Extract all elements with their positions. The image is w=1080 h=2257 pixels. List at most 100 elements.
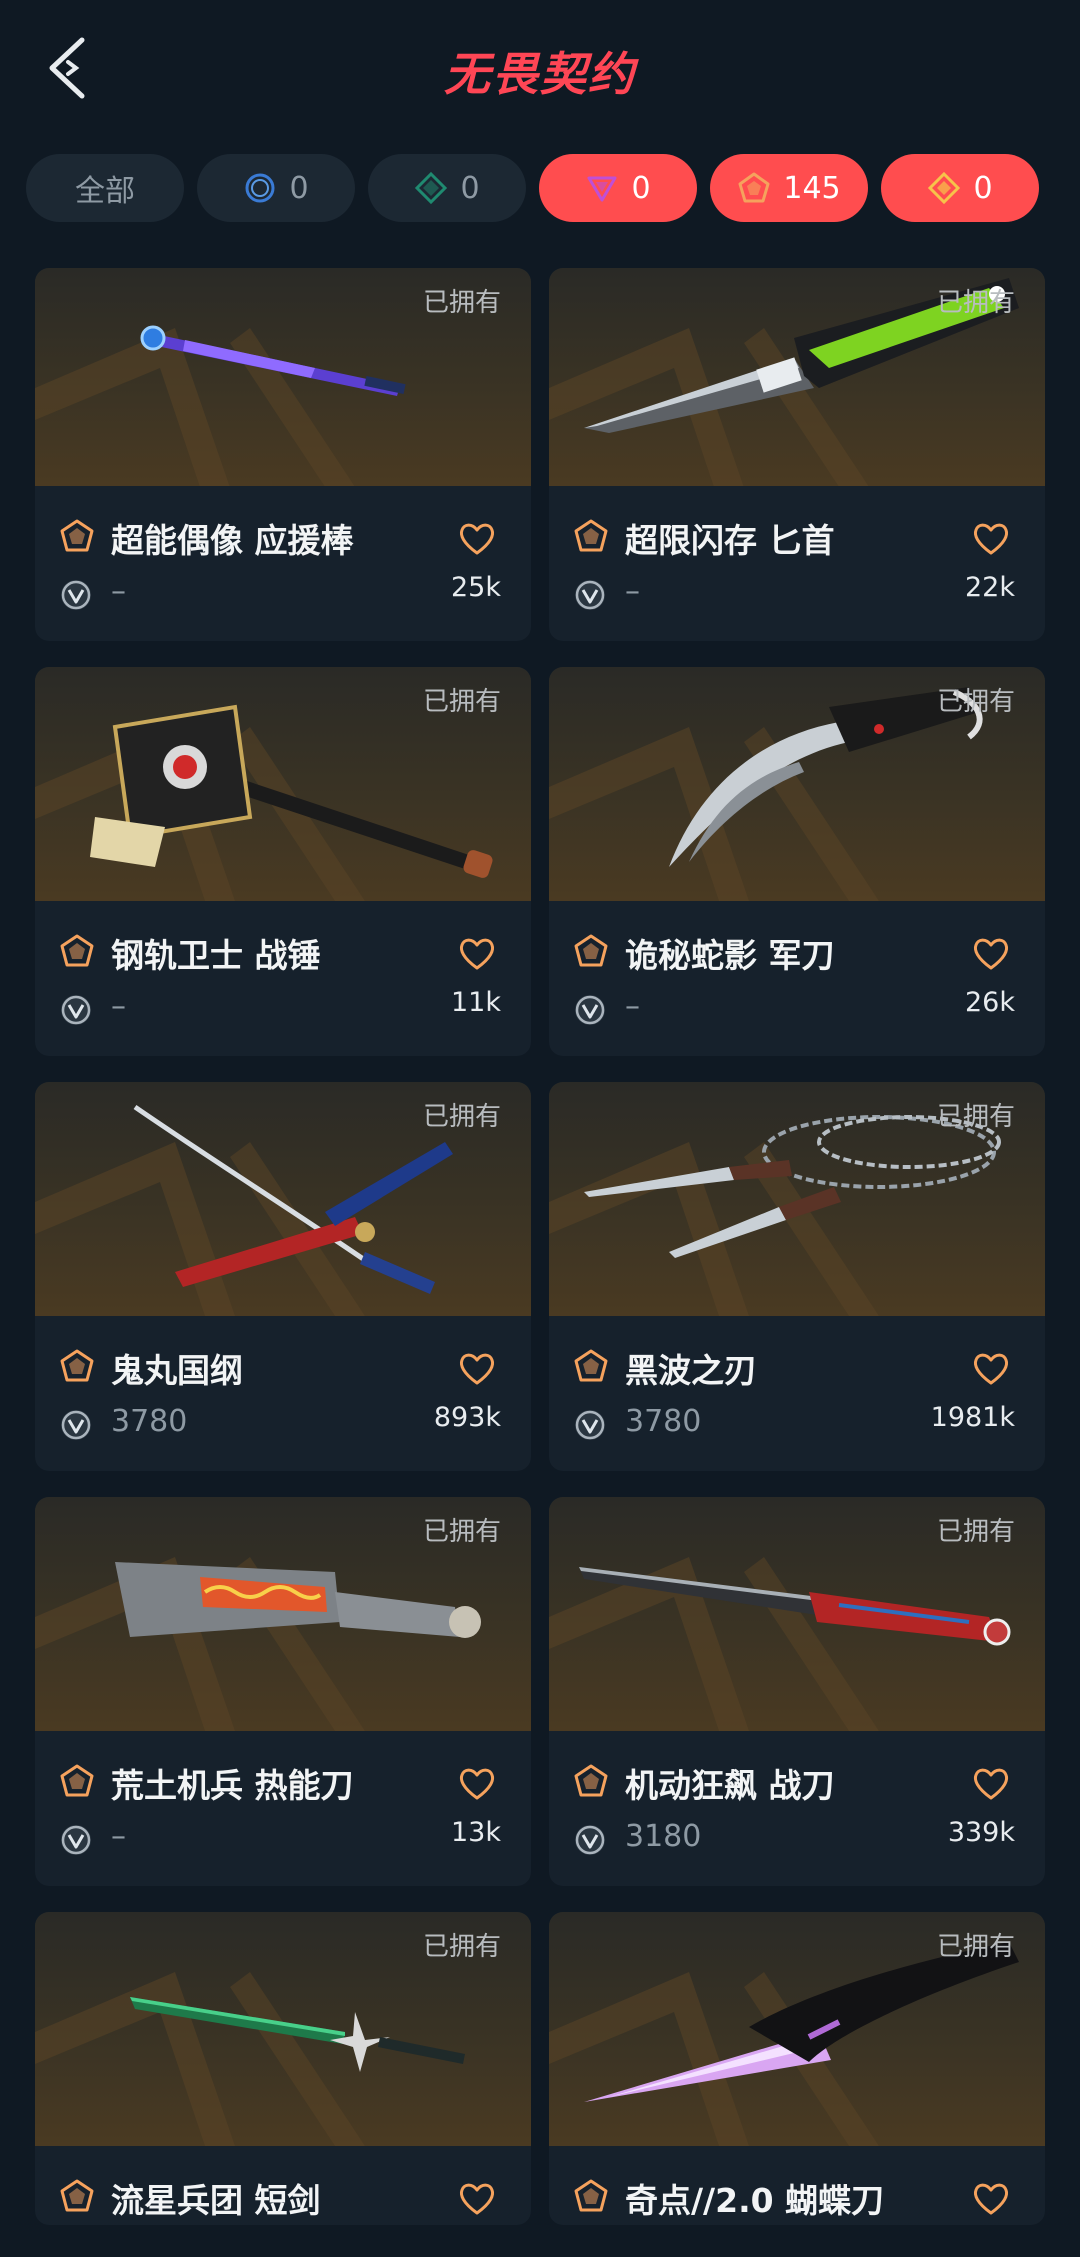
skin-image: 已拥有 xyxy=(35,1497,531,1731)
vp-currency-icon xyxy=(61,995,91,1025)
filter-deluxe-tier[interactable]: 0 xyxy=(368,154,526,222)
heart-icon[interactable] xyxy=(457,935,497,971)
skin-price: – xyxy=(111,1819,126,1854)
like-count: 339k xyxy=(947,1817,1015,1848)
exclusive-tier-icon xyxy=(574,1349,608,1382)
exclusive-tier-icon xyxy=(60,2179,94,2212)
skin-name: 黑波之刃 xyxy=(625,1351,757,1390)
skin-price: 3180 xyxy=(625,1819,702,1854)
owned-label: 已拥有 xyxy=(422,687,501,717)
skin-image: 已拥有 xyxy=(549,1912,1045,2146)
skin-name: 鬼丸国纲 xyxy=(111,1351,243,1390)
circle-ring-icon xyxy=(245,173,275,203)
filter-deluxe-count: 0 xyxy=(460,170,480,206)
skin-card[interactable]: 已拥有 奇点//2.0 蝴蝶刀 xyxy=(549,1912,1045,2225)
like-count: 25k xyxy=(451,572,501,603)
exclusive-tier-icon xyxy=(574,934,608,967)
like-count: 13k xyxy=(451,1817,501,1848)
skin-card[interactable]: 已拥有 诡秘蛇影 军刀 – 26k xyxy=(549,667,1045,1056)
heart-icon[interactable] xyxy=(971,520,1011,556)
filter-premium-count: 0 xyxy=(631,170,651,206)
skin-name: 超能偶像 应援棒 xyxy=(111,521,354,560)
skin-image: 已拥有 xyxy=(35,1082,531,1316)
exclusive-tier-icon xyxy=(574,519,608,552)
skin-name: 奇点//2.0 蝴蝶刀 xyxy=(625,2181,885,2220)
skin-price: – xyxy=(625,574,640,609)
page-title: 无畏契约 xyxy=(444,47,636,101)
skin-card[interactable]: 已拥有 超能偶像 应援棒 – 25k xyxy=(35,268,531,641)
vp-currency-icon xyxy=(61,580,91,610)
skin-image: 已拥有 xyxy=(549,268,1045,486)
skin-card[interactable]: 已拥有 流星兵团 短剑 xyxy=(35,1912,531,2225)
skin-name: 机动狂飙 战刀 xyxy=(625,1766,835,1805)
skin-card[interactable]: 已拥有 荒土机兵 热能刀 – 13k xyxy=(35,1497,531,1886)
heart-icon[interactable] xyxy=(457,520,497,556)
filter-ultra-tier[interactable]: 0 xyxy=(881,154,1039,222)
skin-card[interactable]: 已拥有 机动狂飙 战刀 3180 339k xyxy=(549,1497,1045,1886)
vp-currency-icon xyxy=(575,580,605,610)
triangle-purple-icon xyxy=(587,176,617,202)
vp-currency-icon xyxy=(61,1410,91,1440)
skin-price: 3780 xyxy=(111,1404,188,1439)
skin-name: 钢轨卫士 战锤 xyxy=(111,936,321,975)
exclusive-tier-icon xyxy=(574,1764,608,1797)
filter-exclusive-tier[interactable]: 145 xyxy=(710,154,868,222)
pentagon-orange-icon xyxy=(738,172,770,203)
heart-icon[interactable] xyxy=(457,1765,497,1801)
like-count: 893k xyxy=(433,1402,501,1433)
exclusive-tier-icon xyxy=(60,1349,94,1382)
skin-image: 已拥有 xyxy=(549,1497,1045,1731)
filter-all[interactable]: 全部 xyxy=(26,154,184,222)
skin-image: 已拥有 xyxy=(35,1912,531,2146)
heart-icon[interactable] xyxy=(971,1350,1011,1386)
like-count: 1981k xyxy=(930,1402,1015,1433)
like-count: 11k xyxy=(451,987,501,1018)
owned-label: 已拥有 xyxy=(936,1932,1015,1962)
vp-currency-icon xyxy=(61,1825,91,1855)
filter-exclusive-count: 145 xyxy=(783,170,841,206)
skin-card[interactable]: 已拥有 超限闪存 匕首 – 22k xyxy=(549,268,1045,641)
skin-price: – xyxy=(111,574,126,609)
like-count: 22k xyxy=(965,572,1015,603)
filter-bar: 全部 0 0 0 145 0 xyxy=(26,154,1056,222)
skin-card[interactable]: 已拥有 钢轨卫士 战锤 – 11k xyxy=(35,667,531,1056)
filter-select-tier[interactable]: 0 xyxy=(197,154,355,222)
owned-label: 已拥有 xyxy=(422,288,501,318)
owned-label: 已拥有 xyxy=(936,288,1015,318)
filter-ultra-count: 0 xyxy=(973,170,993,206)
like-count: 26k xyxy=(965,987,1015,1018)
skin-price: – xyxy=(111,989,126,1024)
skin-card[interactable]: 已拥有 鬼丸国纲 3780 893k xyxy=(35,1082,531,1471)
skin-image: 已拥有 xyxy=(549,667,1045,901)
owned-label: 已拥有 xyxy=(422,1932,501,1962)
vp-currency-icon xyxy=(575,1410,605,1440)
filter-select-count: 0 xyxy=(289,170,309,206)
owned-label: 已拥有 xyxy=(422,1517,501,1547)
exclusive-tier-icon xyxy=(574,2179,608,2212)
skin-name: 荒土机兵 热能刀 xyxy=(111,1766,354,1805)
heart-icon[interactable] xyxy=(457,1350,497,1386)
skin-price: 3780 xyxy=(625,1404,702,1439)
exclusive-tier-icon xyxy=(60,934,94,967)
diamond-green-icon xyxy=(415,171,448,205)
skin-price: – xyxy=(625,989,640,1024)
heart-icon[interactable] xyxy=(971,2180,1011,2216)
skin-name: 流星兵团 短剑 xyxy=(111,2181,321,2220)
heart-icon[interactable] xyxy=(971,1765,1011,1801)
filter-all-label: 全部 xyxy=(75,174,135,209)
skin-name: 诡秘蛇影 军刀 xyxy=(625,936,835,975)
vp-currency-icon xyxy=(575,995,605,1025)
exclusive-tier-icon xyxy=(60,519,94,552)
owned-label: 已拥有 xyxy=(936,687,1015,717)
skin-image: 已拥有 xyxy=(549,1082,1045,1316)
diamond-yellow-icon xyxy=(928,171,961,205)
owned-label: 已拥有 xyxy=(422,1102,501,1132)
skin-card[interactable]: 已拥有 黑波之刃 3780 1981k xyxy=(549,1082,1045,1471)
skin-image: 已拥有 xyxy=(35,268,531,486)
filter-premium-tier[interactable]: 0 xyxy=(539,154,697,222)
heart-icon[interactable] xyxy=(971,935,1011,971)
owned-label: 已拥有 xyxy=(936,1102,1015,1132)
heart-icon[interactable] xyxy=(457,2180,497,2216)
skin-grid: 已拥有 超能偶像 应援棒 – 25k 已拥有 超限闪存 匕首 – 22k 已拥有… xyxy=(35,268,1045,2225)
skin-name: 超限闪存 匕首 xyxy=(625,521,835,560)
